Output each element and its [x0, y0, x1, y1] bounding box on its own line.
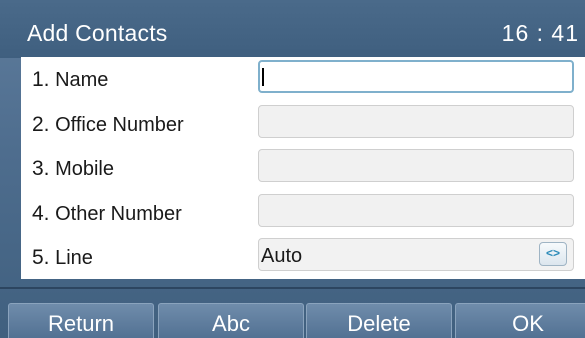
left-right-arrows-icon[interactable]: <>	[539, 242, 567, 266]
mobile-field[interactable]	[258, 149, 574, 182]
clock: 16 : 41	[501, 20, 579, 46]
name-field[interactable]	[258, 60, 574, 93]
line-select[interactable]: Auto <>	[258, 238, 574, 271]
other-number-field[interactable]	[258, 194, 574, 227]
text-cursor	[262, 68, 264, 86]
line-value: Auto	[261, 245, 303, 267]
return-button[interactable]: Return	[8, 303, 154, 338]
page-title: Add Contacts	[27, 20, 168, 46]
title-bar: Add Contacts 16 : 41	[0, 0, 585, 58]
softkey-bar: Return Abc Delete OK	[0, 303, 585, 338]
name-label: 1. Name	[32, 68, 109, 91]
line-label: 5. Line	[32, 246, 93, 269]
softkey-divider	[0, 287, 585, 289]
office-number-label: 2. Office Number	[32, 113, 184, 136]
mobile-row: 3. Mobile	[21, 146, 585, 190]
abc-button[interactable]: Abc	[158, 303, 304, 338]
office-number-field[interactable]	[258, 105, 574, 138]
phone-screen: Add Contacts 16 : 41 1. Name 2. Office N…	[0, 0, 585, 338]
line-row: 5. Line Auto <>	[21, 235, 585, 279]
other-number-row: 4. Other Number	[21, 191, 585, 235]
name-row: 1. Name	[21, 57, 585, 101]
office-number-row: 2. Office Number	[21, 102, 585, 146]
ok-button[interactable]: OK	[455, 303, 585, 338]
delete-button[interactable]: Delete	[306, 303, 452, 338]
mobile-label: 3. Mobile	[32, 157, 114, 180]
contact-form: 1. Name 2. Office Number 3. Mobile 4. Ot…	[21, 57, 585, 279]
other-number-label: 4. Other Number	[32, 202, 182, 225]
